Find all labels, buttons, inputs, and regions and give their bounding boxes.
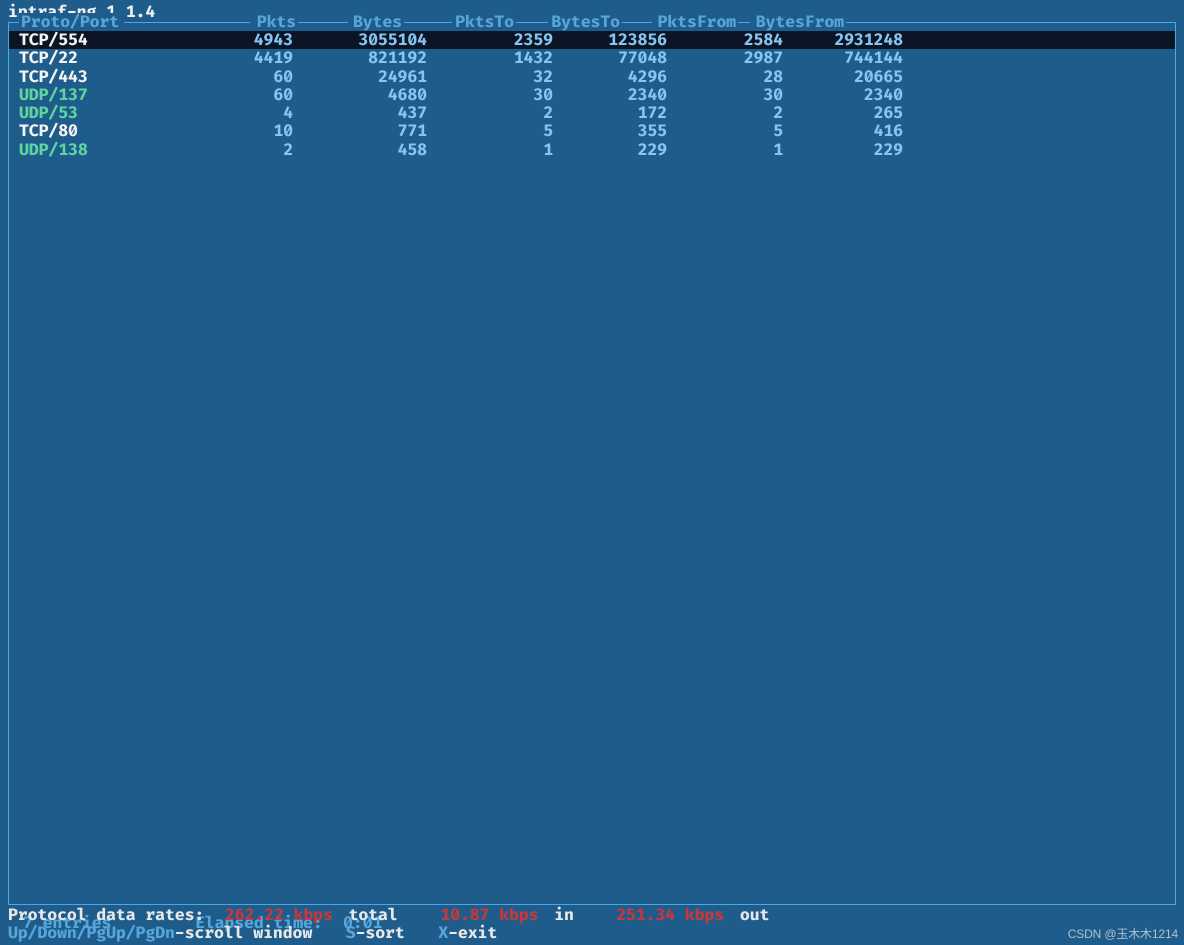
table-row[interactable]: UDP/137604680302340302340 — [9, 86, 1175, 104]
help-text-sort: -sort — [356, 923, 405, 943]
cell-proto: UDP/53 — [9, 104, 164, 122]
help-key-sort: S — [346, 923, 356, 943]
cell-pktsFrom: 2584 — [667, 31, 783, 49]
cell-proto: TCP/80 — [9, 122, 164, 140]
cell-proto: TCP/22 — [9, 49, 164, 67]
rate-in-label: in — [548, 906, 588, 924]
cell-bytesFrom: 20665 — [783, 68, 903, 86]
rate-total: 262.22 kbps — [223, 906, 333, 924]
cell-proto: UDP/137 — [9, 86, 164, 104]
cell-pktsTo: 1 — [427, 141, 553, 159]
help-text-scroll: -scroll window — [175, 923, 312, 943]
table-row[interactable]: UDP/138245812291229 — [9, 141, 1175, 159]
cell-pkts: 4419 — [164, 49, 293, 67]
cell-pkts: 2 — [164, 141, 293, 159]
table-row[interactable]: TCP/55449433055104235912385625842931248 — [9, 31, 1175, 49]
table-row[interactable]: TCP/2244198211921432770482987744144 — [9, 49, 1175, 67]
table-row[interactable]: TCP/44360249613242962820665 — [9, 68, 1175, 86]
header-bytesto: BytesTo — [548, 13, 622, 31]
cell-pktsTo: 32 — [427, 68, 553, 86]
header-pktsfrom: PktsFrom — [652, 13, 738, 31]
cell-bytesTo: 229 — [553, 141, 667, 159]
cell-bytes: 437 — [293, 104, 427, 122]
header-proto: Proto/Port — [19, 13, 124, 31]
cell-pktsFrom: 1 — [667, 141, 783, 159]
cell-bytesFrom: 744144 — [783, 49, 903, 67]
status-line: Protocol data rates: 262.22 kbps total 1… — [8, 906, 1176, 924]
cell-bytesFrom: 229 — [783, 141, 903, 159]
cell-pktsTo: 2 — [427, 104, 553, 122]
cell-pktsTo: 1432 — [427, 49, 553, 67]
cell-pkts: 60 — [164, 86, 293, 104]
rate-out-label: out — [734, 906, 769, 924]
cell-pktsTo: 30 — [427, 86, 553, 104]
data-rows[interactable]: TCP/55449433055104235912385625842931248T… — [9, 31, 1175, 159]
cell-bytesFrom: 416 — [783, 122, 903, 140]
cell-proto: UDP/138 — [9, 141, 164, 159]
cell-bytesTo: 77048 — [553, 49, 667, 67]
status-prefix: Protocol data rates: — [8, 906, 213, 924]
rate-in: 10.87 kbps — [412, 906, 538, 924]
cell-bytesTo: 123856 — [553, 31, 667, 49]
cell-bytes: 3055104 — [293, 31, 427, 49]
help-key-exit: X — [438, 923, 448, 943]
help-text-exit: -exit — [448, 923, 497, 943]
help-line: Up/Down/PgUp/PgDn-scroll window S-sort X… — [8, 924, 1176, 942]
cell-proto: TCP/554 — [9, 31, 164, 49]
cell-bytesFrom: 265 — [783, 104, 903, 122]
header-bytesfrom: BytesFrom — [750, 13, 846, 31]
cell-pktsFrom: 2987 — [667, 49, 783, 67]
cell-bytes: 771 — [293, 122, 427, 140]
cell-pktsFrom: 30 — [667, 86, 783, 104]
cell-bytesTo: 355 — [553, 122, 667, 140]
cell-pkts: 4943 — [164, 31, 293, 49]
cell-pkts: 4 — [164, 104, 293, 122]
cell-bytes: 4680 — [293, 86, 427, 104]
cell-pktsTo: 2359 — [427, 31, 553, 49]
cell-pkts: 10 — [164, 122, 293, 140]
cell-bytes: 821192 — [293, 49, 427, 67]
column-headers: Proto/Port Pkts Bytes PktsTo BytesTo Pkt… — [9, 13, 1175, 31]
cell-bytesTo: 4296 — [553, 68, 667, 86]
watermark: CSDN @玉木木1214 — [1068, 925, 1178, 943]
cell-pktsFrom: 28 — [667, 68, 783, 86]
help-key-scroll: Up/Down/PgUp/PgDn — [8, 923, 175, 943]
cell-bytesFrom: 2340 — [783, 86, 903, 104]
cell-bytes: 24961 — [293, 68, 427, 86]
cell-pktsTo: 5 — [427, 122, 553, 140]
cell-proto: TCP/443 — [9, 68, 164, 86]
cell-bytesTo: 2340 — [553, 86, 667, 104]
table-row[interactable]: UDP/53443721722265 — [9, 104, 1175, 122]
header-pktsto: PktsTo — [452, 13, 516, 31]
cell-pktsFrom: 2 — [667, 104, 783, 122]
cell-bytesFrom: 2931248 — [783, 31, 903, 49]
header-pkts: Pkts — [250, 13, 298, 31]
rate-total-label: total — [343, 906, 403, 924]
cell-pkts: 60 — [164, 68, 293, 86]
table-row[interactable]: TCP/801077153555416 — [9, 122, 1175, 140]
rate-out: 251.34 kbps — [598, 906, 724, 924]
header-bytes: Bytes — [348, 13, 404, 31]
cell-bytesTo: 172 — [553, 104, 667, 122]
stats-panel: Proto/Port Pkts Bytes PktsTo BytesTo Pkt… — [8, 22, 1176, 905]
cell-pktsFrom: 5 — [667, 122, 783, 140]
cell-bytes: 458 — [293, 141, 427, 159]
